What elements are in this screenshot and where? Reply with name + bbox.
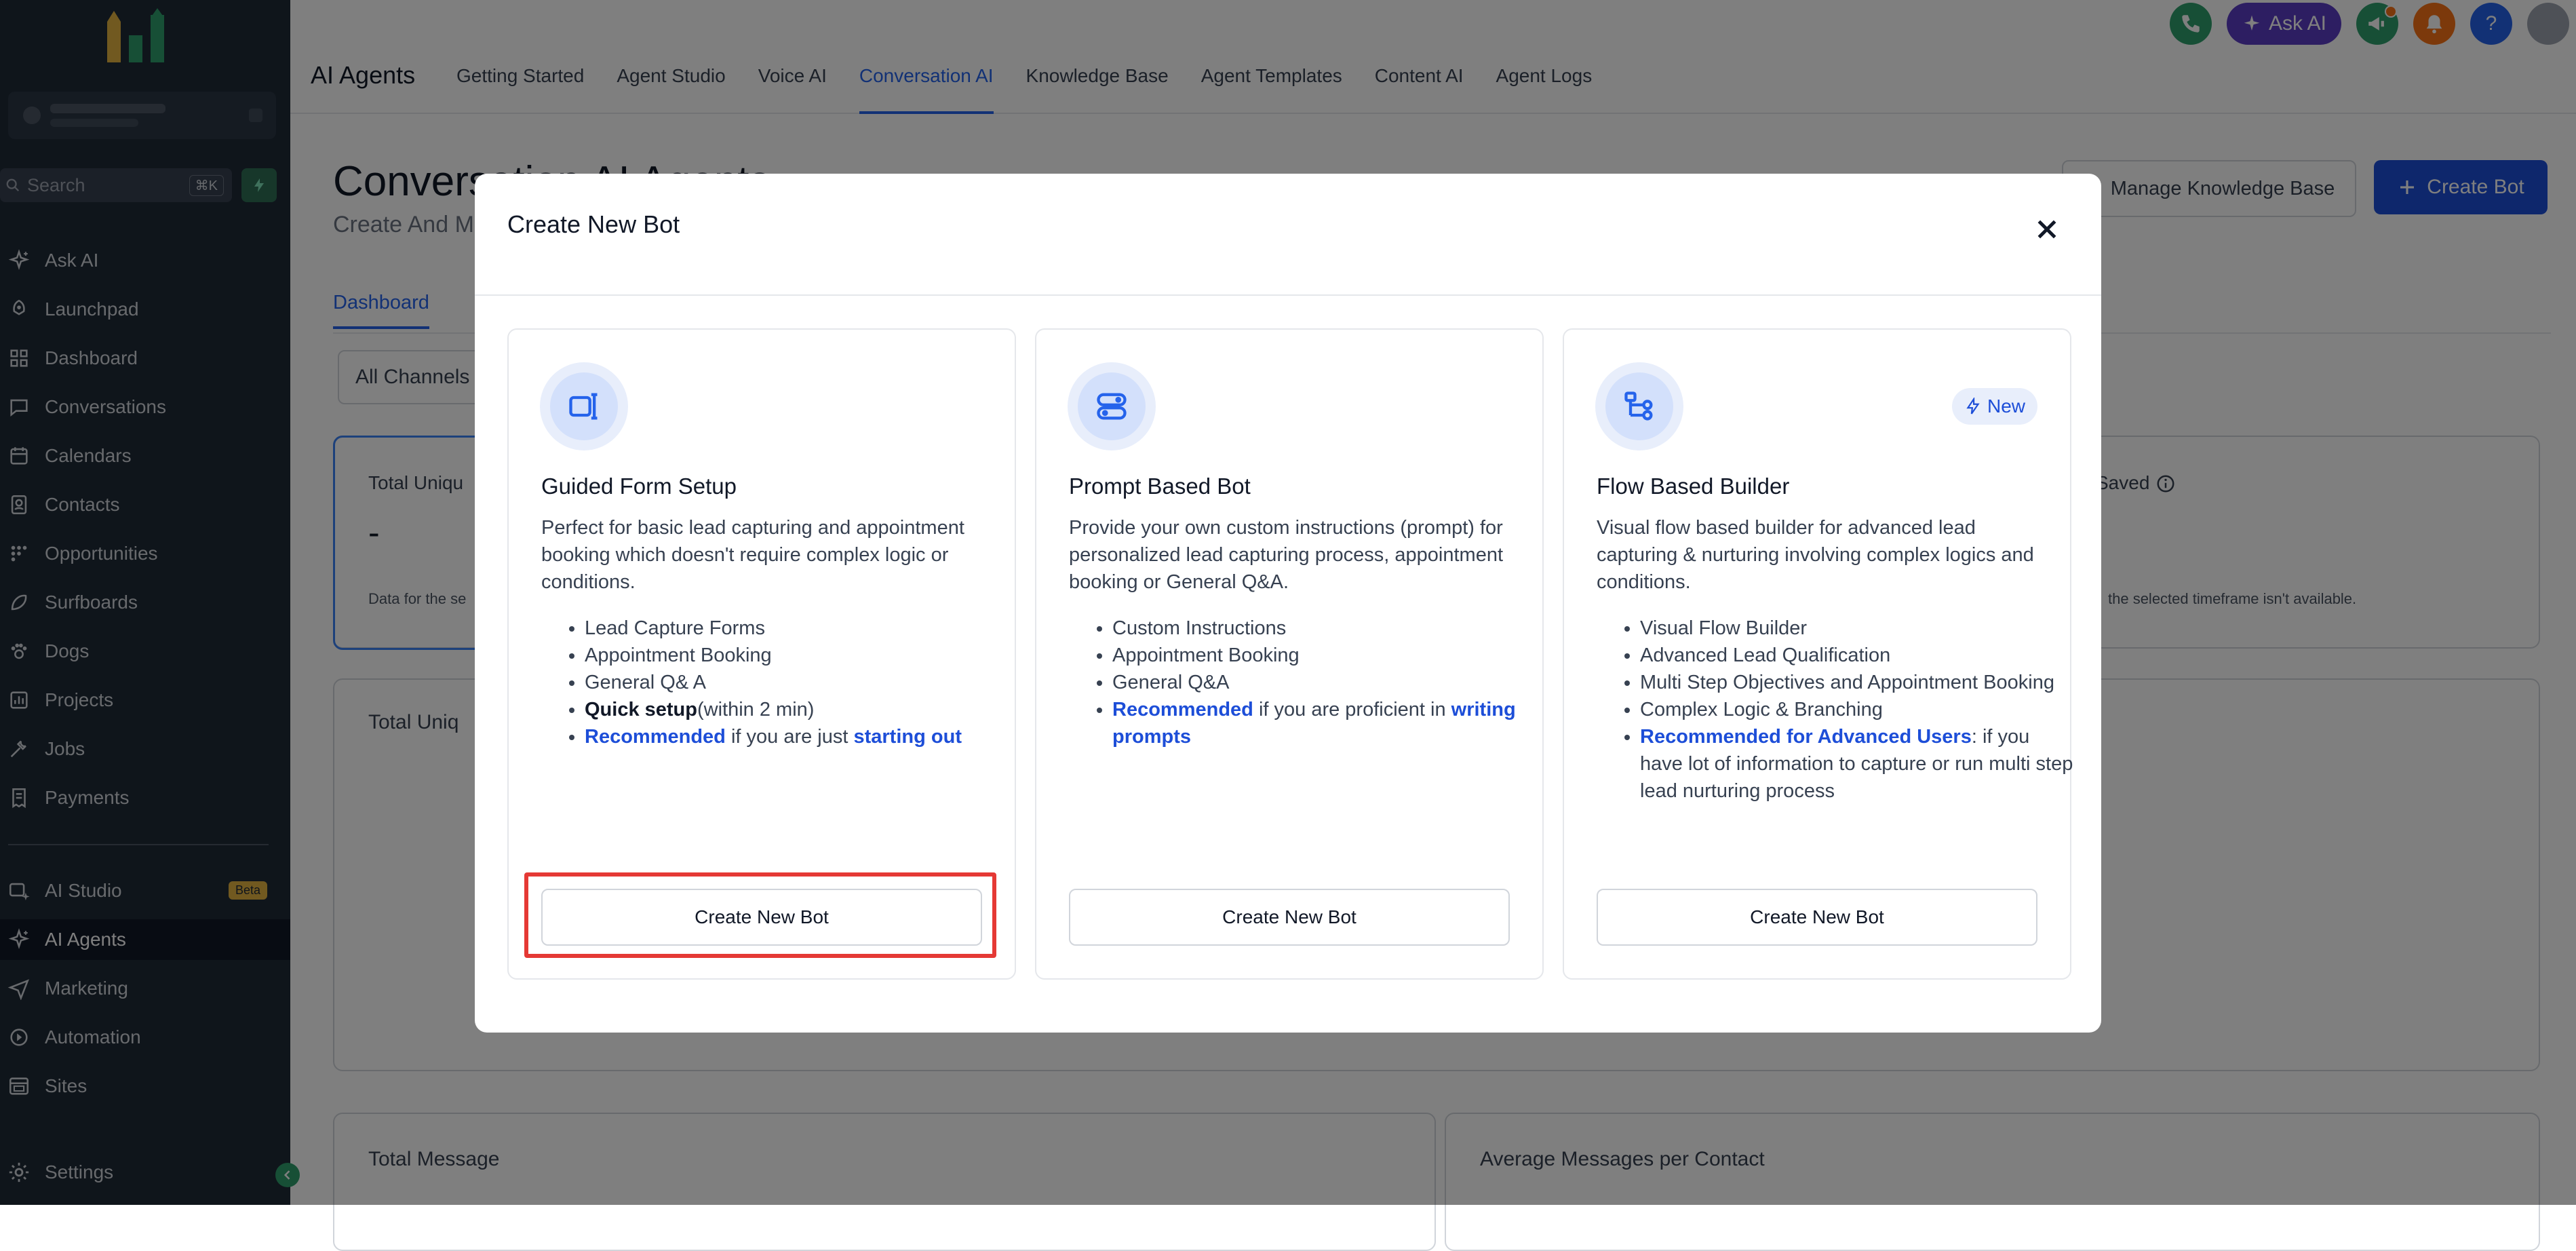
feature-item: General Q&A: [1112, 669, 1546, 696]
recommended-text: if you are just: [725, 726, 854, 748]
option-features: Custom Instructions Appointment Booking …: [1069, 615, 1546, 750]
feature-item-recommended: Recommended if you are just starting out: [585, 723, 1019, 750]
option-card-guided-form: Guided Form Setup Perfect for basic lead…: [507, 328, 1016, 980]
feature-item: Multi Step Objectives and Appointment Bo…: [1640, 669, 2074, 696]
create-new-bot-modal: Create New Bot Guided Form Setup Perfect…: [475, 174, 2101, 1033]
feature-item: General Q& A: [585, 669, 1019, 696]
option-title: Flow Based Builder: [1597, 474, 1790, 499]
option-description: Perfect for basic lead capturing and app…: [541, 517, 964, 593]
quick-setup-label: Quick setup: [585, 699, 697, 720]
new-badge-label: New: [1987, 396, 2025, 417]
option-features: Visual Flow Builder Advanced Lead Qualif…: [1597, 615, 2074, 805]
recommended-label: Recommended: [1112, 699, 1253, 720]
option-description: Provide your own custom instructions (pr…: [1069, 517, 1504, 593]
option-card-prompt-based: Prompt Based Bot Provide your own custom…: [1035, 328, 1544, 980]
create-new-bot-button-guided[interactable]: Create New Bot: [541, 889, 982, 946]
form-icon: [540, 362, 628, 450]
feature-item: Lead Capture Forms: [585, 615, 1019, 642]
recommended-text: if you are proficient in: [1253, 699, 1451, 720]
option-title: Guided Form Setup: [541, 474, 737, 499]
feature-item-recommended: Recommended if you are proficient in wri…: [1112, 696, 1546, 750]
feature-item-recommended: Recommended for Advanced Users: if you h…: [1640, 723, 2074, 805]
recommended-audience: starting out: [853, 726, 962, 748]
recommended-label: Recommended for Advanced Users: [1640, 726, 1972, 748]
feature-item: Custom Instructions: [1112, 615, 1546, 642]
feature-item: Appointment Booking: [585, 642, 1019, 669]
option-description: Visual flow based builder for advanced l…: [1597, 517, 2034, 593]
flow-icon: [1595, 362, 1683, 450]
feature-item: Advanced Lead Qualification: [1640, 642, 2074, 669]
feature-item-quick-setup: Quick setup(within 2 min): [585, 696, 1019, 723]
toggles-icon: [1068, 362, 1156, 450]
quick-setup-time: (within 2 min): [697, 699, 815, 720]
option-features: Lead Capture Forms Appointment Booking G…: [541, 615, 1019, 750]
feature-item: Appointment Booking: [1112, 642, 1546, 669]
modal-header: Create New Bot: [475, 174, 2101, 296]
new-badge: New: [1951, 388, 2037, 425]
lightning-icon: [1966, 398, 1980, 415]
option-card-flow-based: New Flow Based Builder Visual flow based…: [1563, 328, 2074, 980]
modal-title: Create New Bot: [507, 210, 680, 238]
create-new-bot-button-prompt[interactable]: Create New Bot: [1069, 889, 1510, 946]
feature-item: Complex Logic & Branching: [1640, 696, 2074, 723]
close-icon[interactable]: [2033, 216, 2061, 243]
recommended-label: Recommended: [585, 726, 726, 748]
option-title: Prompt Based Bot: [1069, 474, 1251, 499]
create-new-bot-button-flow[interactable]: Create New Bot: [1597, 889, 2037, 946]
feature-item: Visual Flow Builder: [1640, 615, 2074, 642]
